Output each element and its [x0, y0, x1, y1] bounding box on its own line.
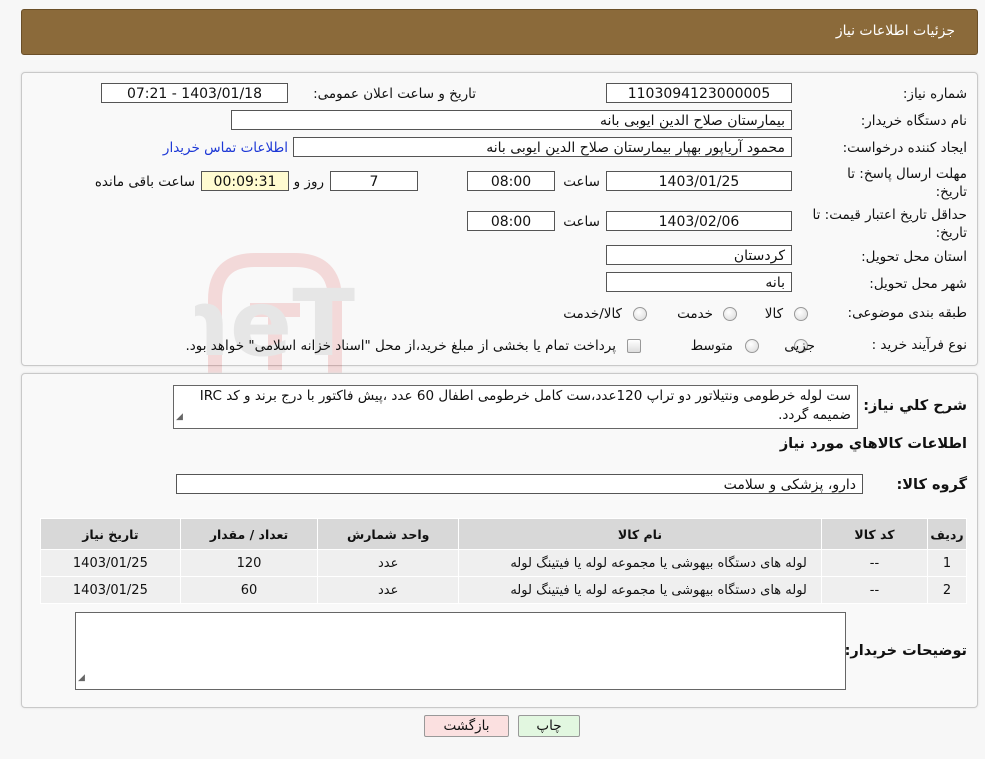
row-index: 1 [927, 549, 967, 577]
treasury-checkbox[interactable] [627, 339, 641, 353]
deadline-time-field: 08:00 [467, 171, 555, 191]
validity-time-field: 08:00 [467, 211, 555, 231]
city-label: شهر محل تحویل: [869, 276, 967, 292]
summary-textarea[interactable]: ست لوله خرطومی ونتیلاتور دو تراپ 120عدد،… [173, 385, 858, 429]
buyer-org-label: نام دستگاه خریدار: [860, 113, 967, 129]
days-field: 7 [330, 171, 418, 191]
col-index-header: رديف [927, 518, 967, 550]
summary-label: شرح کلي نياز: [863, 398, 967, 414]
col-name-header: نام کالا [458, 518, 822, 550]
row-index: 2 [927, 576, 967, 604]
row-unit: عدد [317, 549, 460, 577]
province-field: کردستان [606, 245, 792, 265]
validity-label-line1: حداقل تاریخ اعتبار قیمت: تا [812, 207, 967, 223]
row-date: 1403/01/25 [40, 576, 181, 604]
creator-label: ایجاد کننده درخواست: [842, 140, 967, 156]
deadline-date-field: 1403/01/25 [606, 171, 792, 191]
goods-section-title: اطلاعات کالاهاي مورد نياز [779, 436, 967, 452]
row-name: لوله های دستگاه بیهوشی یا مجموعه لوله یا… [458, 549, 822, 577]
creator-field: محمود آریاپور بهپار بیمارستان صلاح الدین… [293, 137, 792, 157]
row-unit: عدد [317, 576, 460, 604]
col-code-header: کد کالا [820, 518, 929, 550]
row-date: 1403/01/25 [40, 549, 181, 577]
table-row: 2 -- لوله های دستگاه بیهوشی یا مجموعه لو… [40, 576, 967, 604]
deadline-label-line1: مهلت ارسال پاسخ: تا [847, 166, 967, 182]
process-label: نوع فرآیند خرید : [871, 337, 967, 353]
province-label: استان محل تحویل: [861, 249, 967, 265]
row-code: -- [820, 549, 929, 577]
deadline-time-label: ساعت [563, 174, 600, 190]
validity-date-field: 1403/02/06 [606, 211, 792, 231]
category-label: طبقه بندی موضوعی: [847, 305, 967, 321]
row-code: -- [820, 576, 929, 604]
process-medium-radio[interactable] [745, 339, 759, 353]
category-service-label: خدمت [677, 306, 713, 322]
buyer-notes-label: توضیحات خریدار: [844, 643, 967, 659]
col-unit-header: واحد شمارش [317, 518, 460, 550]
buyer-notes-textarea[interactable]: ◢ [75, 612, 846, 690]
back-button[interactable]: بازگشت [424, 715, 509, 737]
payment-note: پرداخت تمام یا بخشی از مبلغ خرید،از محل … [185, 338, 616, 354]
row-name: لوله های دستگاه بیهوشی یا مجموعه لوله یا… [458, 576, 822, 604]
row-qty: 60 [179, 576, 319, 604]
col-date-header: تاريخ نياز [40, 518, 181, 550]
process-medium-label: متوسط [690, 338, 733, 354]
category-goods-radio[interactable] [794, 307, 808, 321]
deadline-label: مهلت ارسال پاسخ: تا تاریخ: [847, 165, 967, 201]
need-number-field: 1103094123000005 [606, 83, 792, 103]
category-goods-service-label: کالا/خدمت [563, 306, 622, 322]
summary-text: ست لوله خرطومی ونتیلاتور دو تراپ 120عدد،… [199, 388, 851, 423]
goods-table: رديف کد کالا نام کالا واحد شمارش تعداد /… [40, 518, 967, 604]
table-header-row: رديف کد کالا نام کالا واحد شمارش تعداد /… [40, 518, 967, 550]
buyer-contact-link[interactable]: اطلاعات تماس خریدار [163, 140, 288, 156]
category-goods-service-radio[interactable] [633, 307, 647, 321]
remaining-label: ساعت باقی مانده [94, 174, 195, 190]
resize-grip-icon[interactable]: ◢ [78, 669, 85, 688]
resize-grip-icon[interactable]: ◢ [176, 408, 183, 427]
remaining-time-field: 00:09:31 [201, 171, 289, 191]
city-field: بانه [606, 272, 792, 292]
deadline-label-line2: تاریخ: [935, 184, 967, 200]
goods-group-label: گروه کالا: [896, 477, 967, 493]
validity-label-line2: تاریخ: [935, 225, 967, 241]
validity-label: حداقل تاریخ اعتبار قیمت: تا تاریخ: [813, 206, 967, 242]
print-button[interactable]: چاپ [518, 715, 580, 737]
validity-time-label: ساعت [563, 214, 600, 230]
row-qty: 120 [179, 549, 319, 577]
page-title: جزئیات اطلاعات نیاز [835, 23, 955, 39]
category-goods-label: کالا [764, 306, 783, 322]
table-row: 1 -- لوله های دستگاه بیهوشی یا مجموعه لو… [40, 549, 967, 577]
buyer-org-field: بیمارستان صلاح الدین ایوبی بانه [231, 110, 792, 130]
announce-label: تاریخ و ساعت اعلان عمومی: [313, 86, 476, 102]
col-qty-header: تعداد / مقدار [179, 518, 319, 550]
page-header: جزئیات اطلاعات نیاز [21, 9, 978, 55]
need-number-label: شماره نیاز: [902, 86, 967, 102]
goods-group-field: دارو، پزشکی و سلامت [176, 474, 863, 494]
announce-field: 1403/01/18 - 07:21 [101, 83, 288, 103]
process-minor-label: جزیی [784, 338, 815, 354]
category-service-radio[interactable] [723, 307, 737, 321]
days-label: روز و [293, 174, 324, 190]
